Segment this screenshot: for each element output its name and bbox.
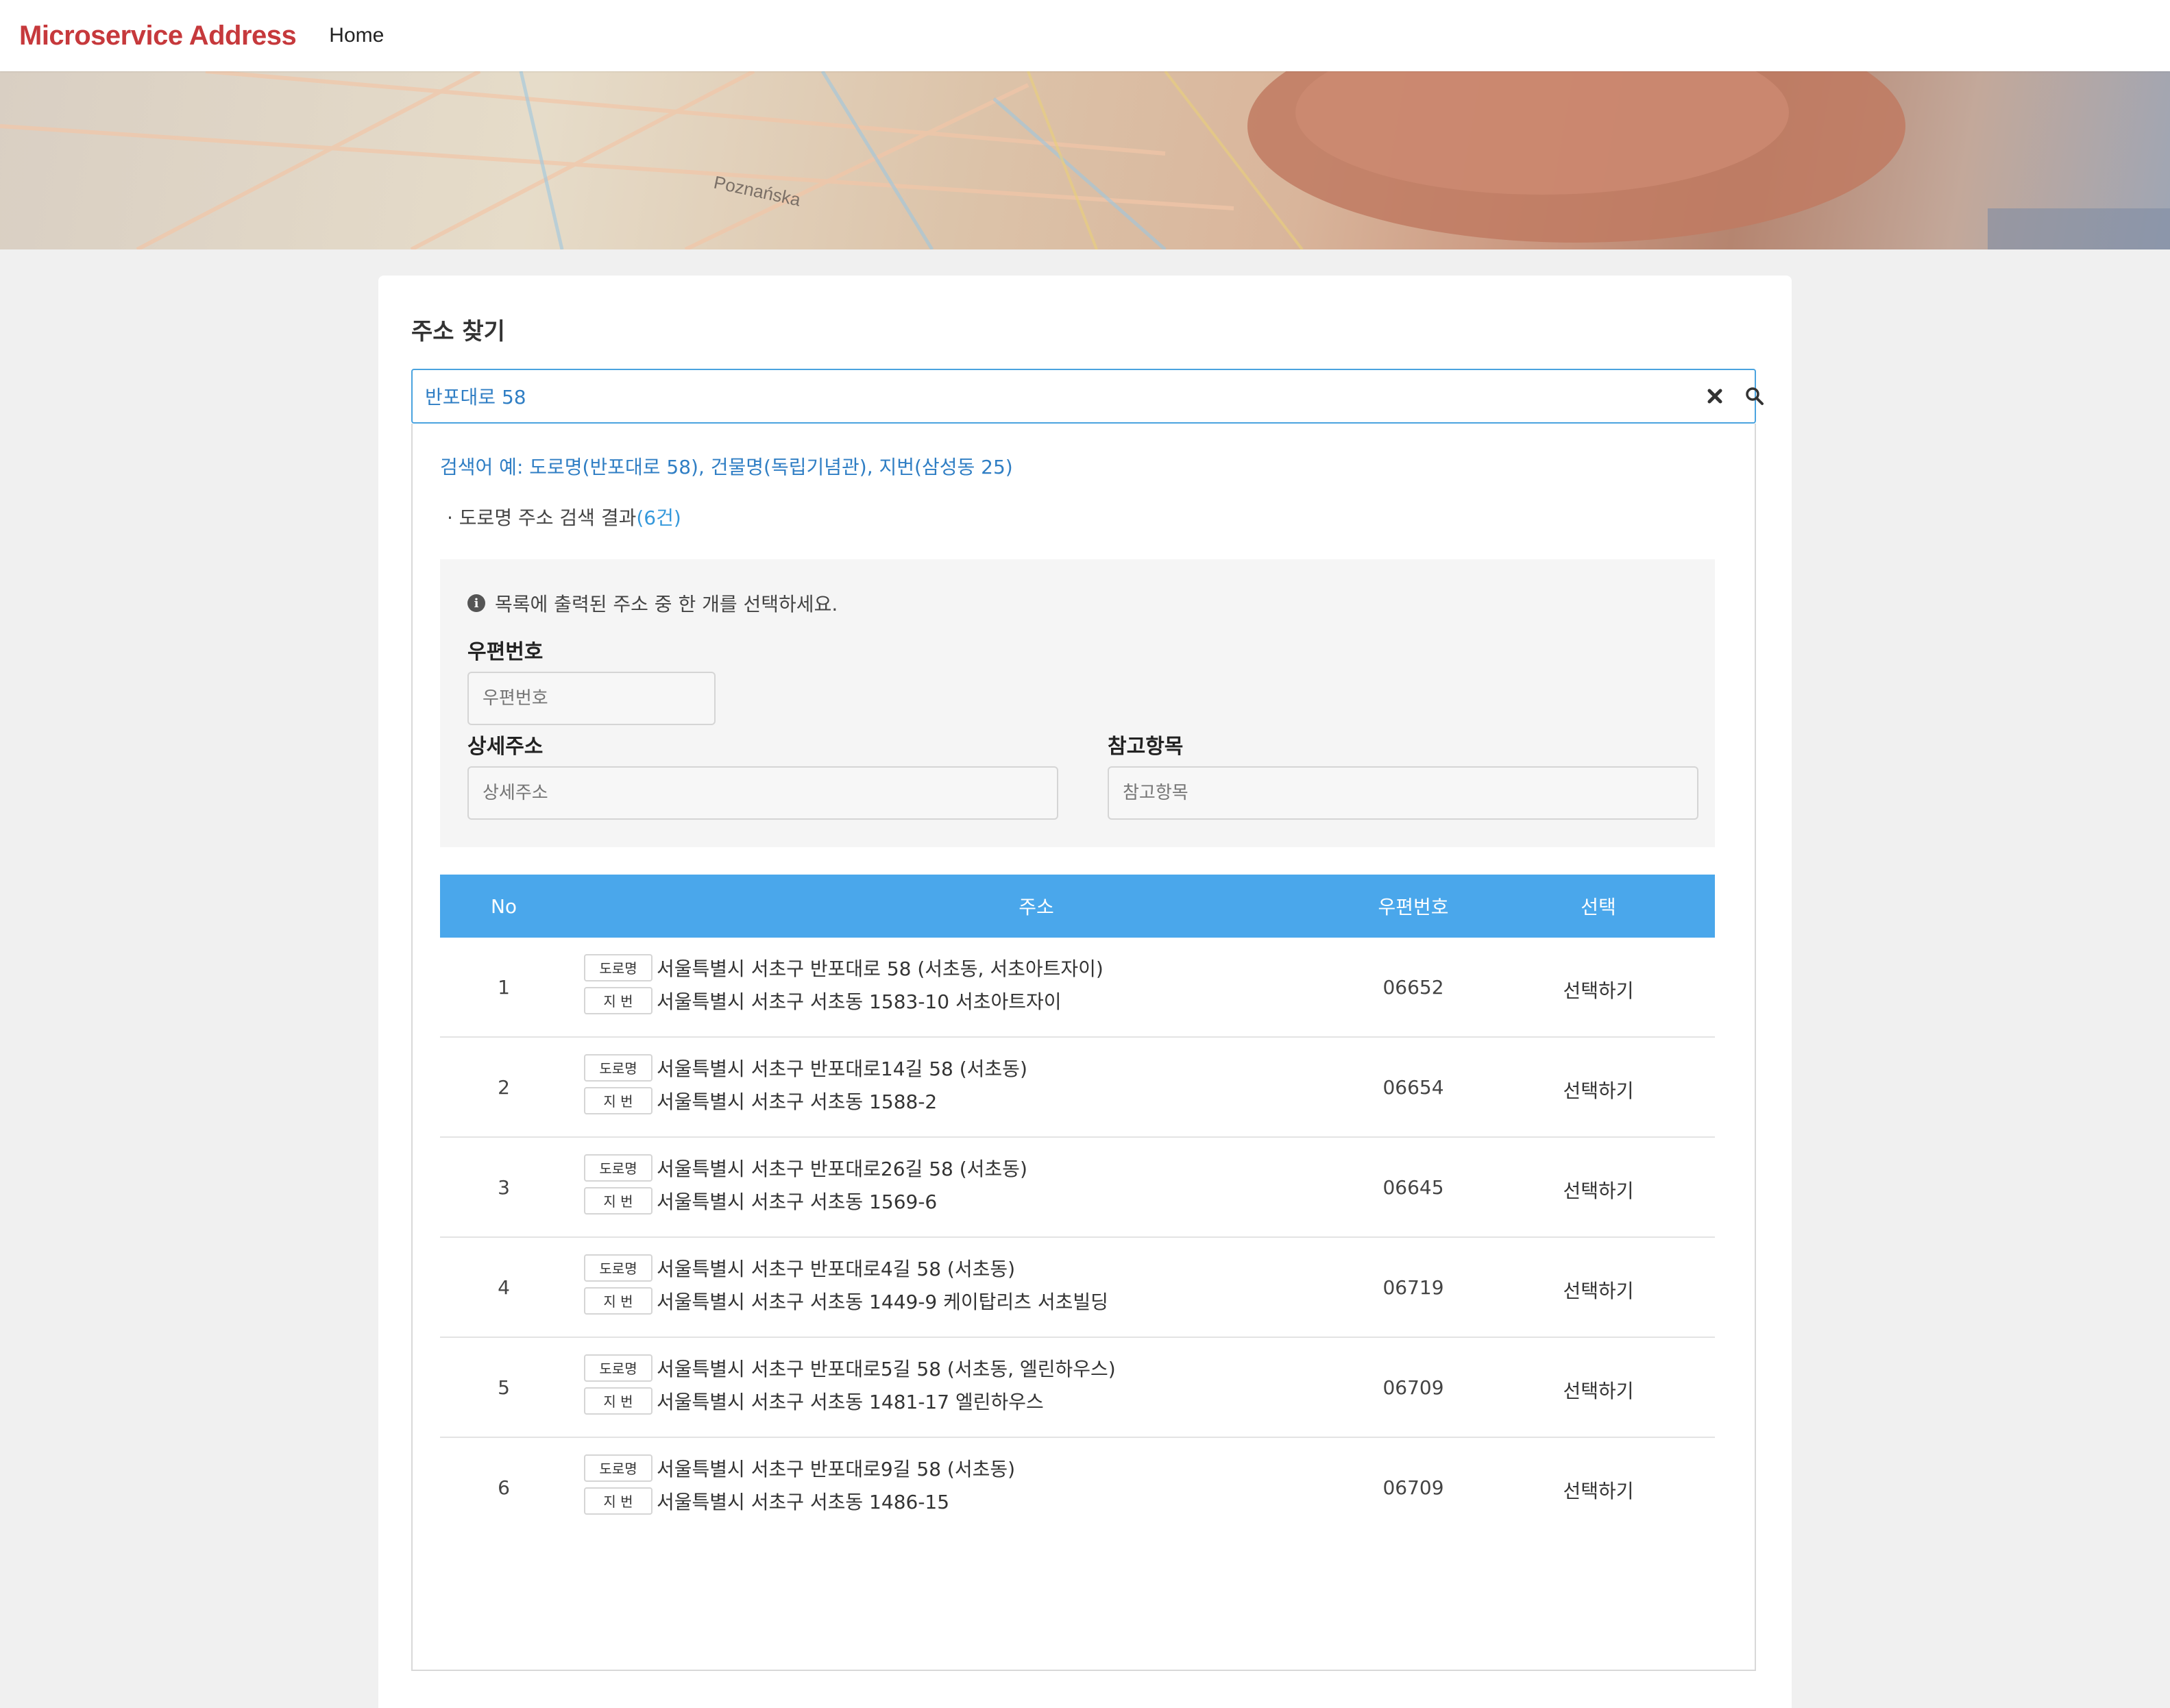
jibun-address-text: 서울특별시 서초구 서초동 1569-6 xyxy=(657,1191,938,1213)
jibun-tag: 지 번 xyxy=(584,1287,653,1315)
info-text: 목록에 출력된 주소 중 한 개를 선택하세요. xyxy=(495,593,838,615)
jibun-address-text: 서울특별시 서초구 서초동 1583-10 서초아트자이 xyxy=(657,990,1062,1013)
select-button[interactable]: 선택하기 xyxy=(1537,976,1660,1003)
road-address: 도로명 서울특별시 서초구 반포대로 58 (서초동, 서초아트자이) xyxy=(584,954,1104,981)
road-address-text: 서울특별시 서초구 반포대로5길 58 (서초동, 엘린하우스) xyxy=(657,1358,1116,1380)
road-address: 도로명 서울특별시 서초구 반포대로26길 58 (서초동) xyxy=(584,1154,1027,1182)
road-address: 도로명 서울특별시 서초구 반포대로4길 58 (서초동) xyxy=(584,1254,1015,1282)
road-address: 도로명 서울특별시 서초구 반포대로9길 58 (서초동) xyxy=(584,1454,1015,1482)
jibun-address-text: 서울특별시 서초구 서초동 1449-9 케이탑리츠 서초빌딩 xyxy=(657,1291,1108,1313)
info-message: i 목록에 출력된 주소 중 한 개를 선택하세요. xyxy=(467,589,838,617)
jibun-tag: 지 번 xyxy=(584,1187,653,1215)
cell-no: 4 xyxy=(498,1276,510,1299)
road-tag: 도로명 xyxy=(584,1154,653,1182)
map-background-image: Poznańska xyxy=(0,71,2170,249)
road-tag: 도로명 xyxy=(584,954,653,981)
results-panel: 검색어 예: 도로명(반포대로 58), 건물명(독립기념관), 지번(삼성동 … xyxy=(411,424,1756,1671)
result-count-value: (6건) xyxy=(636,507,681,529)
table-row: 4 도로명 서울특별시 서초구 반포대로4길 58 (서초동) 지 번 서울특별시 서초… xyxy=(440,1238,1715,1338)
select-button[interactable]: 선택하기 xyxy=(1537,1276,1660,1304)
page-title: 주소 찾기 xyxy=(411,318,505,345)
jibun-address: 지 번 서울특별시 서초구 서초동 1588-2 xyxy=(584,1087,937,1114)
cell-no: 3 xyxy=(498,1176,510,1199)
nav-home-link[interactable]: Home xyxy=(329,24,384,47)
cell-zip: 06709 xyxy=(1382,1376,1444,1399)
jibun-address-text: 서울특별시 서초구 서초동 1481-17 엘린하우스 xyxy=(657,1391,1044,1413)
search-box xyxy=(411,369,1764,424)
road-address-text: 서울특별시 서초구 반포대로4길 58 (서초동) xyxy=(657,1258,1016,1280)
header-no: No xyxy=(490,894,517,918)
address-table: No 주소 우편번호 선택 1 도로명 서울특별시 서초구 반포대로 58 (서초동… xyxy=(440,875,1715,1538)
detail-form: i 목록에 출력된 주소 중 한 개를 선택하세요. 우편번호 상세주소 참고항… xyxy=(440,559,1715,847)
search-hint: 검색어 예: 도로명(반포대로 58), 건물명(독립기념관), 지번(삼성동 … xyxy=(440,456,1013,478)
road-tag: 도로명 xyxy=(584,1054,653,1082)
road-tag: 도로명 xyxy=(584,1354,653,1382)
search-icon[interactable] xyxy=(1741,382,1768,410)
road-address-text: 서울특별시 서초구 반포대로14길 58 (서초동) xyxy=(657,1058,1027,1080)
road-address: 도로명 서울특별시 서초구 반포대로5길 58 (서초동, 엘린하우스) xyxy=(584,1354,1116,1382)
select-button[interactable]: 선택하기 xyxy=(1537,1076,1660,1103)
road-address-text: 서울특별시 서초구 반포대로9길 58 (서초동) xyxy=(657,1458,1016,1480)
table-row: 5 도로명 서울특별시 서초구 반포대로5길 58 (서초동, 엘린하우스) 지 번서… xyxy=(440,1338,1715,1438)
road-tag: 도로명 xyxy=(584,1254,653,1282)
result-count: · 도로명 주소 검색 결과(6건) xyxy=(447,503,681,530)
search-input[interactable] xyxy=(425,382,1645,410)
jibun-address-text: 서울특별시 서초구 서초동 1486-15 xyxy=(657,1491,950,1513)
table-body: 1 도로명 서울특별시 서초구 반포대로 58 (서초동, 서초아트자이) 지 번 서울… xyxy=(440,938,1715,1538)
select-button[interactable]: 선택하기 xyxy=(1537,1176,1660,1204)
jibun-address: 지 번 서울특별시 서초구 서초동 1583-10 서초아트자이 xyxy=(584,987,1062,1014)
road-address: 도로명 서울특별시 서초구 반포대로14길 58 (서초동) xyxy=(584,1054,1027,1082)
detail-address-label: 상세주소 xyxy=(467,735,544,759)
table-row: 6 도로명 서울특별시 서초구 반포대로9길 58 (서초동) 지 번 서울특별시 서초… xyxy=(440,1438,1715,1538)
table-header: No 주소 우편번호 선택 xyxy=(440,875,1715,938)
jibun-address: 지 번 서울특별시 서초구 서초동 1569-6 xyxy=(584,1187,937,1215)
hero-banner: Poznańska xyxy=(0,71,2170,249)
result-count-label: · 도로명 주소 검색 결과 xyxy=(447,507,637,529)
jibun-tag: 지 번 xyxy=(584,1387,653,1415)
cell-no: 5 xyxy=(498,1376,510,1399)
cell-zip: 06645 xyxy=(1382,1176,1444,1199)
info-icon: i xyxy=(467,594,485,612)
jibun-tag: 지 번 xyxy=(584,1087,653,1114)
jibun-tag: 지 번 xyxy=(584,987,653,1014)
cell-zip: 06654 xyxy=(1382,1076,1444,1099)
cell-zip: 06709 xyxy=(1382,1476,1444,1499)
zip-field[interactable] xyxy=(467,672,716,725)
jibun-address-text: 서울특별시 서초구 서초동 1588-2 xyxy=(657,1090,938,1113)
jibun-address: 지 번 서울특별시 서초구 서초동 1486-15 xyxy=(584,1487,949,1515)
zip-label: 우편번호 xyxy=(467,640,544,664)
road-address-text: 서울특별시 서초구 반포대로 58 (서초동, 서초아트자이) xyxy=(657,957,1104,980)
cell-no: 1 xyxy=(498,976,510,999)
table-row: 3 도로명 서울특별시 서초구 반포대로26길 58 (서초동) 지 번 서울특별시 서… xyxy=(440,1138,1715,1238)
header-address: 주소 xyxy=(1019,896,1054,918)
reference-label: 참고항목 xyxy=(1108,735,1184,759)
table-row: 2 도로명 서울특별시 서초구 반포대로14길 58 (서초동) 지 번 서울특별시 서… xyxy=(440,1038,1715,1138)
close-icon[interactable] xyxy=(1701,382,1729,410)
cell-zip: 06652 xyxy=(1382,976,1444,999)
cell-no: 2 xyxy=(498,1076,510,1099)
brand-logo[interactable]: Microservice Address xyxy=(19,21,297,51)
jibun-address: 지 번 서울특별시 서초구 서초동 1449-9 케이탑리츠 서초빌딩 xyxy=(584,1287,1108,1315)
jibun-address: 지 번 서울특별시 서초구 서초동 1481-17 엘린하우스 xyxy=(584,1387,1044,1415)
cell-zip: 06719 xyxy=(1382,1276,1444,1299)
address-search-card: 주소 찾기 검색어 예: 도로명(반포대로 58), 건물명(독립기념관), 지… xyxy=(378,276,1792,1708)
select-button[interactable]: 선택하기 xyxy=(1537,1376,1660,1404)
top-navbar: Microservice Address Home xyxy=(0,0,2170,71)
table-row: 1 도로명 서울특별시 서초구 반포대로 58 (서초동, 서초아트자이) 지 번 서울… xyxy=(440,938,1715,1038)
select-button[interactable]: 선택하기 xyxy=(1537,1476,1660,1504)
reference-field[interactable] xyxy=(1108,766,1698,820)
jibun-tag: 지 번 xyxy=(584,1487,653,1515)
road-tag: 도로명 xyxy=(584,1454,653,1482)
header-select: 선택 xyxy=(1581,896,1616,918)
road-address-text: 서울특별시 서초구 반포대로26길 58 (서초동) xyxy=(657,1158,1027,1180)
detail-address-field[interactable] xyxy=(467,766,1058,820)
header-zip: 우편번호 xyxy=(1378,896,1449,918)
cell-no: 6 xyxy=(498,1476,510,1499)
